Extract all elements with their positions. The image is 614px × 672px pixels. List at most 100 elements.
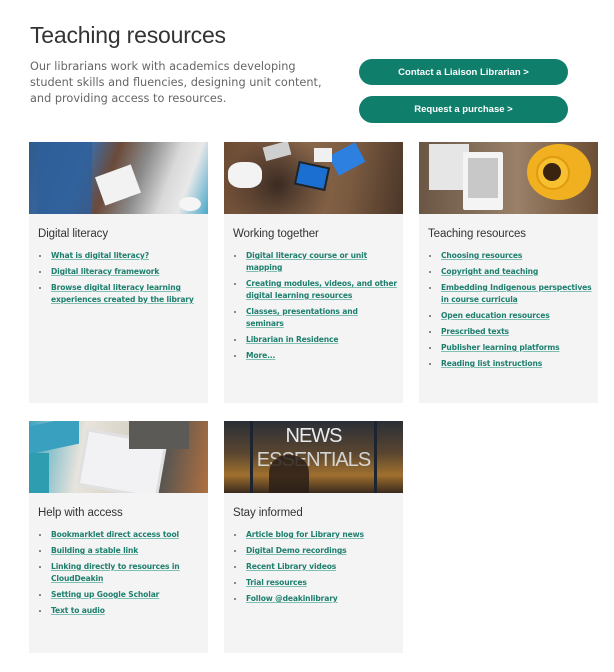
- bullet-icon: [39, 255, 41, 257]
- bullet-icon: [234, 283, 236, 285]
- page-title: Teaching resources: [30, 22, 226, 48]
- bullet-icon: [39, 271, 41, 273]
- link-digital-literacy-framework[interactable]: Digital literacy framework: [51, 267, 159, 276]
- link-creating-modules[interactable]: Creating modules, videos, and other digi…: [246, 279, 397, 300]
- intro-text: Our librarians work with academics devel…: [30, 60, 322, 105]
- link-prescribed-texts[interactable]: Prescribed texts: [441, 327, 509, 336]
- bullet-icon: [39, 287, 41, 289]
- bullet-icon: [39, 534, 41, 536]
- link-digital-demo-recordings[interactable]: Digital Demo recordings: [246, 546, 347, 555]
- list-item: Setting up Google Scholar: [38, 589, 202, 601]
- window-frame-shape: [250, 421, 253, 493]
- bullet-icon: [39, 594, 41, 596]
- bullet-icon: [429, 331, 431, 333]
- stay-informed-image[interactable]: NEWS ESSENTIALS: [224, 421, 403, 493]
- bullet-icon: [234, 311, 236, 313]
- list-item: Digital literacy course or unit mapping: [233, 250, 397, 274]
- card-working-together: Working together Digital literacy course…: [224, 142, 403, 403]
- help-with-access-image[interactable]: [29, 421, 208, 493]
- card-digital-literacy: Digital literacy What is digital literac…: [29, 142, 208, 403]
- bullet-icon: [234, 566, 236, 568]
- link-text-to-audio[interactable]: Text to audio: [51, 606, 105, 615]
- pen-cup-shape: [29, 453, 49, 493]
- link-trial-resources[interactable]: Trial resources: [246, 578, 307, 587]
- link-copyright-and-teaching[interactable]: Copyright and teaching: [441, 267, 538, 276]
- link-what-is-digital-literacy[interactable]: What is digital literacy?: [51, 251, 149, 260]
- link-linking-cloud-deakin[interactable]: Linking directly to resources in CloudDe…: [51, 562, 180, 583]
- card-title: Digital literacy: [38, 228, 108, 240]
- list-item: Prescribed texts: [428, 326, 592, 338]
- link-browse-learning-experiences[interactable]: Browse digital literacy learning experie…: [51, 283, 194, 304]
- list-item: Digital Demo recordings: [233, 545, 397, 557]
- link-open-education-resources[interactable]: Open education resources: [441, 311, 550, 320]
- link-list: Bookmarklet direct access tool Building …: [29, 529, 208, 617]
- bullet-icon: [429, 287, 431, 289]
- person-silhouette-shape: [269, 455, 309, 493]
- link-follow-deakinlibrary[interactable]: Follow @deakinlibrary: [246, 594, 338, 603]
- list-item: More...: [233, 350, 397, 362]
- bullet-icon: [234, 339, 236, 341]
- person-shape: [228, 162, 262, 188]
- list-item: Creating modules, videos, and other digi…: [233, 278, 397, 302]
- card-title: Working together: [233, 228, 319, 240]
- card-teaching-resources: Teaching resources Choosing resources Co…: [419, 142, 598, 403]
- link-article-blog[interactable]: Article blog for Library news: [246, 530, 364, 539]
- list-item: Linking directly to resources in CloudDe…: [38, 561, 202, 585]
- list-item: Trial resources: [233, 577, 397, 589]
- list-item: Librarian in Residence: [233, 334, 397, 346]
- bullet-icon: [234, 582, 236, 584]
- bullet-icon: [234, 550, 236, 552]
- contact-liaison-librarian-button[interactable]: Contact a Liaison Librarian >: [359, 59, 568, 85]
- bullet-icon: [234, 255, 236, 257]
- working-together-image[interactable]: [224, 142, 403, 214]
- link-reading-list-instructions[interactable]: Reading list instructions: [441, 359, 542, 368]
- tablet-shape: [293, 160, 331, 192]
- link-choosing-resources[interactable]: Choosing resources: [441, 251, 522, 260]
- bullet-icon: [429, 363, 431, 365]
- laptop-shape: [328, 142, 366, 176]
- bullet-icon: [39, 550, 41, 552]
- paper-shape: [314, 148, 332, 162]
- shirt-shape: [129, 421, 189, 449]
- card-title: Stay informed: [233, 507, 303, 519]
- tablet-shape: [95, 164, 141, 206]
- link-embedding-indigenous-perspectives[interactable]: Embedding Indigenous perspectives in cou…: [441, 283, 592, 304]
- link-list: Digital literacy course or unit mapping …: [224, 250, 403, 362]
- bullet-icon: [234, 534, 236, 536]
- saucer-shape: [527, 144, 591, 200]
- link-librarian-in-residence[interactable]: Librarian in Residence: [246, 335, 339, 344]
- link-list: What is digital literacy? Digital litera…: [29, 250, 208, 306]
- digital-literacy-image[interactable]: [29, 142, 208, 214]
- list-item: Classes, presentations and seminars: [233, 306, 397, 330]
- ereader-shape: [463, 152, 503, 210]
- cup-shape: [179, 197, 201, 211]
- link-google-scholar[interactable]: Setting up Google Scholar: [51, 590, 159, 599]
- laptop-shape: [262, 142, 292, 162]
- request-purchase-button[interactable]: Request a purchase >: [359, 96, 568, 123]
- list-item: Article blog for Library news: [233, 529, 397, 541]
- link-more[interactable]: More...: [246, 351, 275, 360]
- list-item: Browse digital literacy learning experie…: [38, 282, 202, 306]
- link-list: Article blog for Library news Digital De…: [224, 529, 403, 605]
- list-item: Open education resources: [428, 310, 592, 322]
- teaching-resources-image[interactable]: [419, 142, 598, 214]
- list-item: Publisher learning platforms: [428, 342, 592, 354]
- bullet-icon: [39, 610, 41, 612]
- bullet-icon: [429, 255, 431, 257]
- link-recent-library-videos[interactable]: Recent Library videos: [246, 562, 336, 571]
- list-item: Digital literacy framework: [38, 266, 202, 278]
- link-list: Choosing resources Copyright and teachin…: [419, 250, 598, 370]
- bullet-icon: [234, 598, 236, 600]
- link-course-unit-mapping[interactable]: Digital literacy course or unit mapping: [246, 251, 367, 272]
- book-shape: [29, 421, 79, 455]
- card-title: Help with access: [38, 507, 123, 519]
- list-item: Building a stable link: [38, 545, 202, 557]
- link-classes-presentations[interactable]: Classes, presentations and seminars: [246, 307, 358, 328]
- window-frame-shape: [374, 421, 377, 493]
- link-bookmarklet-tool[interactable]: Bookmarklet direct access tool: [51, 530, 179, 539]
- card-title: Teaching resources: [428, 228, 526, 240]
- list-item: What is digital literacy?: [38, 250, 202, 262]
- link-building-stable-link[interactable]: Building a stable link: [51, 546, 138, 555]
- card-stay-informed: NEWS ESSENTIALS Stay informed Article bl…: [224, 421, 403, 653]
- link-publisher-learning-platforms[interactable]: Publisher learning platforms: [441, 343, 560, 352]
